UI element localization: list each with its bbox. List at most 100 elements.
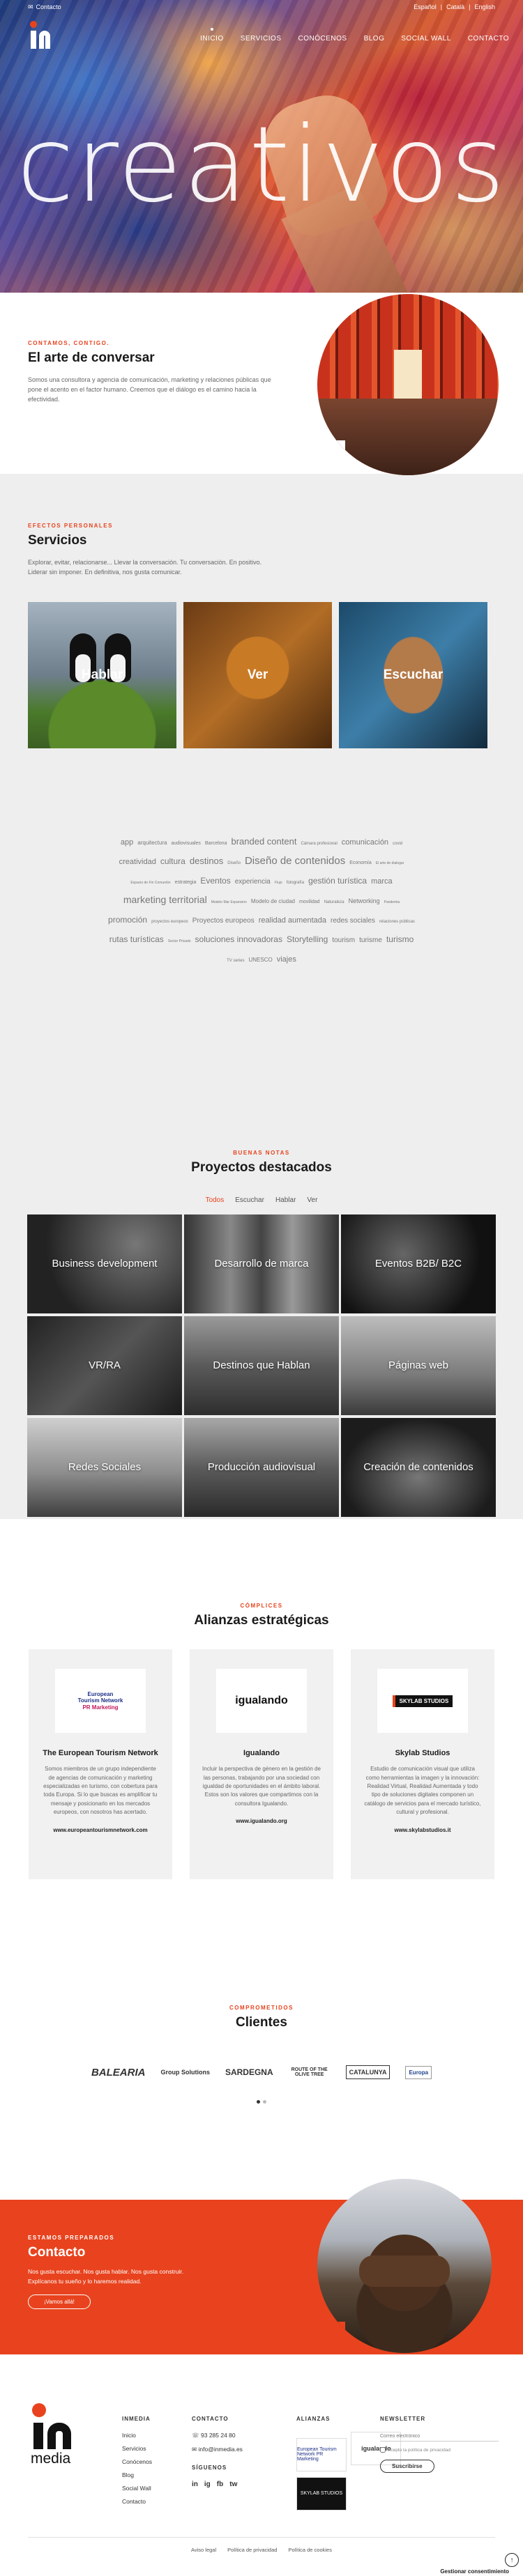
tag-link[interactable]: Barcelona <box>205 840 227 848</box>
tag-link[interactable]: audiovisuales <box>172 840 201 848</box>
nav-servicios[interactable]: Servicios <box>241 35 282 43</box>
instagram-icon[interactable]: ig <box>204 2481 211 2488</box>
tag-link[interactable]: Diseño <box>227 860 241 867</box>
project-tile-redes-sociales[interactable]: Redes Sociales <box>27 1417 182 1517</box>
footer-link-inicio[interactable]: Inicio <box>122 2432 152 2439</box>
nav-blog[interactable]: Blog <box>364 35 385 43</box>
footer-logo[interactable]: media <box>28 2403 84 2469</box>
privacy-checkbox-row[interactable]: Acepto la política de privacidad <box>380 2447 499 2453</box>
tag-link[interactable]: comunicación <box>342 836 388 849</box>
tag-link[interactable]: marketing territorial <box>123 891 207 909</box>
service-card-escuchar[interactable]: Escuchar <box>339 601 487 748</box>
project-tile-eventos[interactable]: Eventos B2B/ B2C <box>341 1214 496 1313</box>
site-logo[interactable] <box>28 21 50 50</box>
tag-link[interactable]: Proyectos europeos <box>192 915 255 927</box>
filter-todos[interactable]: Todos <box>206 1196 225 1204</box>
tag-link[interactable]: soluciones innovadoras <box>195 932 282 947</box>
nav-contacto[interactable]: Contacto <box>468 35 509 43</box>
linkedin-icon[interactable]: in <box>192 2481 198 2488</box>
project-tile-paginas-web[interactable]: Páginas web <box>341 1316 496 1415</box>
tag-link[interactable]: realidad aumentada <box>259 914 326 927</box>
tag-link[interactable]: TV series <box>227 957 244 965</box>
service-card-hablar[interactable]: Hablar <box>28 601 176 748</box>
alliance-url[interactable]: www.europeantourismnetwork.com <box>41 1827 160 1833</box>
tag-link[interactable]: El arte de dialogar <box>376 861 404 867</box>
tag-link[interactable]: experiencia <box>235 876 271 888</box>
footer-link-contacto[interactable]: Contacto <box>122 2498 152 2505</box>
tag-link[interactable]: UNESCO <box>248 955 272 965</box>
carousel-dot[interactable] <box>257 2100 260 2104</box>
legal-link-cookies[interactable]: Política de cookies <box>288 2547 332 2553</box>
tag-link[interactable]: Networking <box>349 896 380 907</box>
tag-link[interactable]: turismo <box>386 932 414 947</box>
filter-hablar[interactable]: Hablar <box>275 1196 296 1204</box>
tag-link[interactable]: Storytelling <box>287 932 328 947</box>
client-logo-balearia[interactable]: BALEARIA <box>91 2067 146 2078</box>
client-logo-route-olive-tree[interactable]: ROUTE OF THE OLIVE TREE <box>289 2067 331 2077</box>
footer-alliance-etn[interactable]: European Tourism Network PR Marketing <box>296 2437 347 2471</box>
tag-link[interactable]: viajes <box>277 953 296 966</box>
footer-link-servicios[interactable]: Servicios <box>122 2445 152 2452</box>
tag-link[interactable]: Modelo Mar Expansion <box>211 900 247 906</box>
newsletter-email-input[interactable] <box>380 2432 499 2442</box>
client-logo-europa[interactable]: Europa <box>405 2065 432 2079</box>
project-tile-produccion-audiovisual[interactable]: Producción audiovisual <box>184 1417 339 1517</box>
tag-link[interactable]: branded content <box>231 834 296 850</box>
tag-link[interactable]: fotografía <box>287 879 304 887</box>
footer-link-conocenos[interactable]: Conócenos <box>122 2458 152 2465</box>
nav-social-wall[interactable]: Social Wall <box>401 35 450 43</box>
facebook-icon[interactable]: fb <box>217 2481 223 2488</box>
tag-link[interactable]: arquitectura <box>137 838 167 848</box>
client-logo-catalunya[interactable]: CATALUNYA <box>345 2065 391 2079</box>
tag-link[interactable]: marca <box>371 875 393 888</box>
scroll-to-top-button[interactable]: ↑ <box>505 2553 519 2567</box>
nav-inicio[interactable]: Inicio <box>200 35 224 43</box>
tag-link[interactable]: gestión turística <box>308 874 367 888</box>
footer-link-blog[interactable]: Blog <box>122 2471 152 2478</box>
footer-link-social-wall[interactable]: Social Wall <box>122 2485 152 2492</box>
topbar-contact-link[interactable]: ✉ Contacto <box>28 3 61 11</box>
tag-link[interactable]: tourism <box>332 934 355 947</box>
lang-ca[interactable]: Català <box>446 3 464 10</box>
alliance-url[interactable]: www.igualando.org <box>202 1818 321 1824</box>
privacy-checkbox[interactable] <box>380 2447 386 2453</box>
project-tile-destinos[interactable]: Destinos que Hablan <box>184 1316 339 1415</box>
tag-link[interactable]: Modelo de ciudad <box>251 897 295 907</box>
subscribe-button[interactable]: Suscribirse <box>380 2460 434 2473</box>
filter-ver[interactable]: Ver <box>307 1196 317 1204</box>
tag-link[interactable]: estrategia <box>175 879 197 887</box>
tag-link[interactable]: cultura <box>160 854 185 869</box>
tag-link[interactable]: Eventos <box>200 874 230 888</box>
legal-link-privacidad[interactable]: Política de privacidad <box>227 2547 277 2553</box>
tag-link[interactable]: turisme <box>359 934 382 947</box>
tag-link[interactable]: Espacio de Fin Comunión <box>130 880 170 886</box>
lang-en[interactable]: English <box>474 3 495 10</box>
tag-link[interactable]: covid <box>393 840 402 848</box>
tag-link[interactable]: creatividad <box>119 856 156 869</box>
project-tile-creacion-contenidos[interactable]: Creación de contenidos <box>341 1417 496 1517</box>
tag-link[interactable]: rutas turísticas <box>109 932 164 947</box>
footer-alliance-skylab[interactable]: SKYLAB STUDIOS <box>296 2476 347 2511</box>
project-tile-business-development[interactable]: Business development <box>27 1214 182 1313</box>
tag-link[interactable]: relaciones públicas <box>379 918 415 926</box>
twitter-icon[interactable]: tw <box>229 2481 237 2488</box>
tag-link[interactable]: Flujo <box>275 880 282 886</box>
alliance-url[interactable]: www.skylabstudios.it <box>363 1827 482 1833</box>
tag-link[interactable]: promoción <box>108 913 147 927</box>
lang-es[interactable]: Español <box>414 3 437 10</box>
project-tile-vr-ra[interactable]: VR/RA <box>27 1316 182 1415</box>
client-logo-sardegna[interactable]: SARDEGNA <box>225 2067 273 2077</box>
filter-escuchar[interactable]: Escuchar <box>235 1196 264 1204</box>
manage-consent-button[interactable]: Gestionar consentimiento <box>440 2568 509 2575</box>
client-logo-group-solutions[interactable]: Group Solutions <box>160 2069 210 2076</box>
contacto-cta-button[interactable]: ¡Vamos allá! <box>28 2295 91 2310</box>
tag-link[interactable]: destinos <box>190 854 223 870</box>
tag-link[interactable]: redes sociales <box>331 915 375 927</box>
nav-conocenos[interactable]: Conócenos <box>298 35 347 43</box>
service-card-ver[interactable]: Ver <box>183 601 332 748</box>
tag-link[interactable]: Sector Privado <box>168 939 191 945</box>
footer-phone[interactable]: ☏ 93 285 24 80 <box>192 2432 243 2439</box>
legal-link-aviso[interactable]: Aviso legal <box>191 2547 216 2553</box>
tag-link[interactable]: Economía <box>349 859 372 867</box>
tag-link[interactable]: app <box>121 836 133 849</box>
